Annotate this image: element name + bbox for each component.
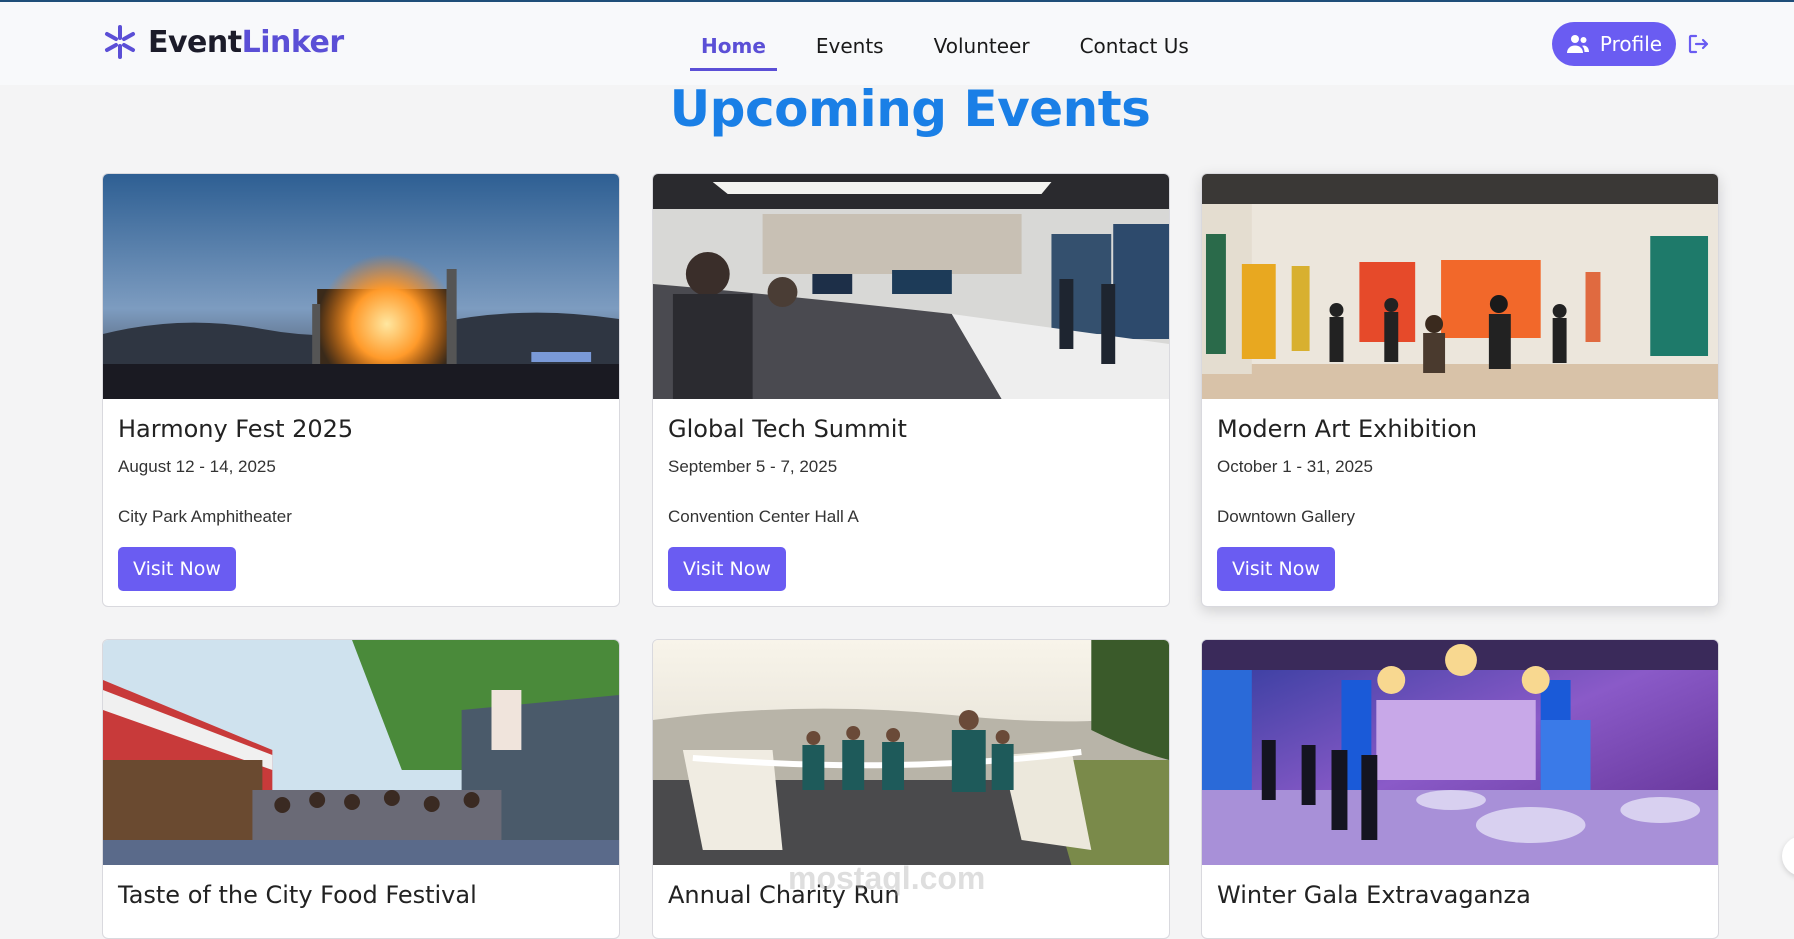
event-image-art-gallery bbox=[1202, 174, 1718, 399]
card-body: Modern Art Exhibition October 1 - 31, 20… bbox=[1202, 399, 1718, 606]
visit-now-button[interactable]: Visit Now bbox=[118, 547, 236, 591]
event-card: Winter Gala Extravaganza bbox=[1201, 639, 1719, 939]
event-image-charity-run bbox=[653, 640, 1169, 865]
nav-events[interactable]: Events bbox=[805, 22, 895, 71]
watermark: mostaql.com bbox=[788, 860, 986, 896]
event-card: Modern Art Exhibition October 1 - 31, 20… bbox=[1201, 173, 1719, 607]
event-date: October 1 - 31, 2025 bbox=[1217, 457, 1373, 476]
event-title: Modern Art Exhibition bbox=[1217, 415, 1478, 443]
card-body: Harmony Fest 2025 August 12 - 14, 2025 C… bbox=[103, 399, 619, 606]
visit-now-button[interactable]: Visit Now bbox=[668, 547, 786, 591]
card-body: Global Tech Summit September 5 - 7, 2025… bbox=[653, 399, 1169, 606]
event-card: Global Tech Summit September 5 - 7, 2025… bbox=[652, 173, 1170, 607]
event-card: Harmony Fest 2025 August 12 - 14, 2025 C… bbox=[102, 173, 620, 607]
brand-name: EventLinker bbox=[148, 25, 344, 60]
event-image-concert bbox=[103, 174, 619, 399]
event-venue: Downtown Gallery bbox=[1217, 507, 1355, 526]
card-body: Winter Gala Extravaganza bbox=[1202, 865, 1718, 938]
event-date: September 5 - 7, 2025 bbox=[668, 457, 838, 476]
nav-volunteer[interactable]: Volunteer bbox=[923, 22, 1041, 71]
nav-home[interactable]: Home bbox=[690, 22, 777, 71]
brand-logo[interactable]: EventLinker bbox=[102, 24, 344, 60]
event-title: Taste of the City Food Festival bbox=[118, 881, 477, 909]
event-image-tech-summit bbox=[653, 174, 1169, 399]
event-title: Harmony Fest 2025 bbox=[118, 415, 354, 443]
event-title: Winter Gala Extravaganza bbox=[1217, 881, 1531, 909]
event-image-food-festival bbox=[103, 640, 619, 865]
scroll-to-top-button[interactable] bbox=[1782, 836, 1794, 876]
brand-name-part1: Event bbox=[148, 24, 242, 60]
nav-links: Home Events Volunteer Contact Us bbox=[690, 22, 1228, 71]
logout-icon[interactable] bbox=[1686, 32, 1710, 56]
brand-name-part2: Linker bbox=[241, 24, 345, 60]
profile-label: Profile bbox=[1599, 32, 1663, 56]
spark-icon bbox=[105, 25, 135, 59]
event-card: Taste of the City Food Festival bbox=[102, 639, 620, 939]
visit-now-button[interactable]: Visit Now bbox=[1217, 547, 1335, 591]
event-title: Global Tech Summit bbox=[668, 415, 907, 443]
page-title: Upcoming Events bbox=[669, 80, 1151, 138]
event-venue: Convention Center Hall A bbox=[668, 507, 859, 526]
navbar: EventLinker Home Events Volunteer Contac… bbox=[0, 2, 1794, 85]
event-date: August 12 - 14, 2025 bbox=[118, 457, 276, 476]
users-icon bbox=[1566, 35, 1589, 53]
nav-contact-us[interactable]: Contact Us bbox=[1069, 22, 1200, 71]
event-image-winter-gala bbox=[1202, 640, 1718, 865]
profile-button[interactable]: Profile bbox=[1552, 22, 1676, 66]
card-body: Taste of the City Food Festival bbox=[103, 865, 619, 938]
event-venue: City Park Amphitheater bbox=[118, 507, 292, 526]
